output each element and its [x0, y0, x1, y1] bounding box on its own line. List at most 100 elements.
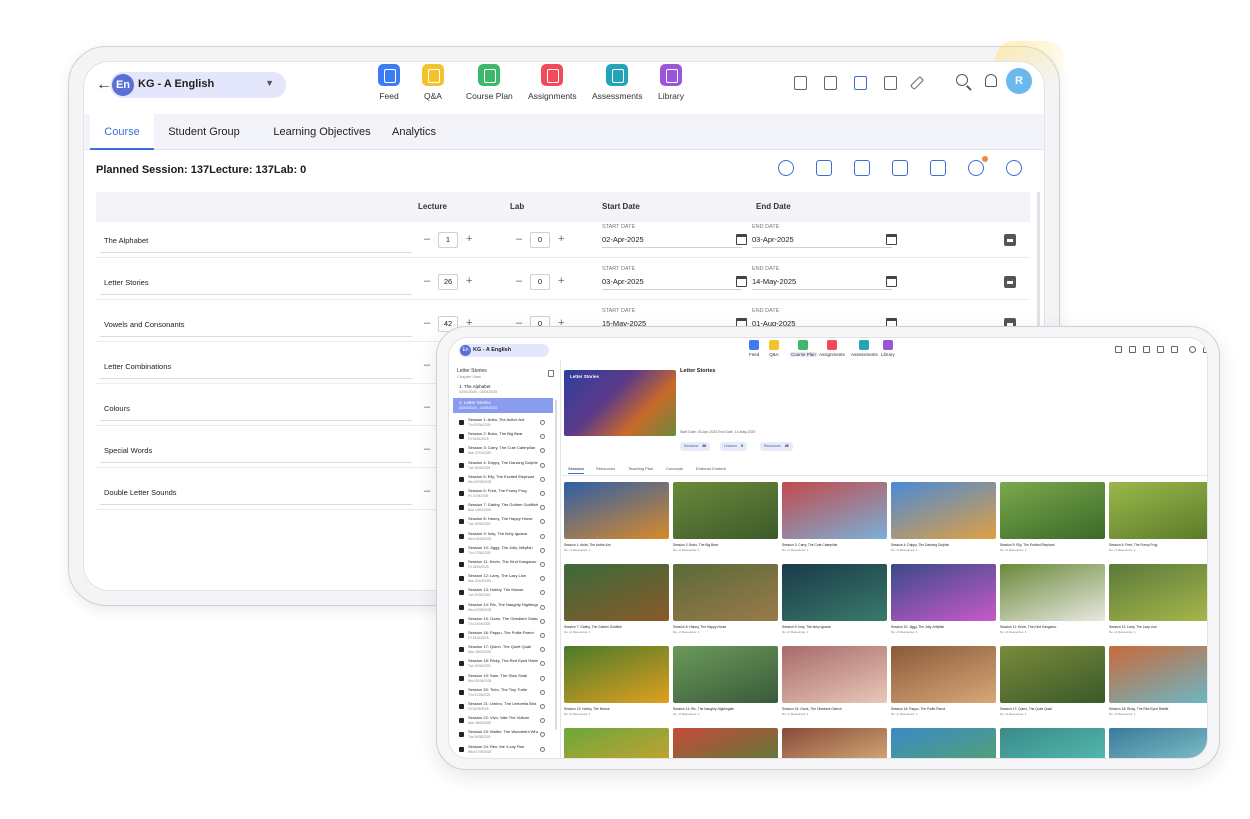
- session-card[interactable]: Session 8: Hanny, The Happy Horse No. of …: [673, 564, 778, 640]
- front-module-q-a[interactable]: Q&A: [769, 340, 779, 357]
- chapter-item[interactable]: 1. The Alphabet 02/04/2025 - 03/04/2025: [453, 382, 553, 397]
- schedule-icon[interactable]: [854, 160, 870, 176]
- report-icon[interactable]: [1115, 346, 1122, 353]
- add-icon[interactable]: [816, 160, 832, 176]
- session-item[interactable]: Session 24: Rex, the X-ray Fish Wed 07/05…: [453, 743, 553, 757]
- session-card[interactable]: Session 14: Ric, The Naughty Nightingale…: [673, 646, 778, 722]
- folder-icon[interactable]: [884, 76, 897, 90]
- tab-student-group[interactable]: Student Group: [162, 114, 246, 150]
- decrement-button[interactable]: –: [516, 275, 522, 287]
- module-assignments[interactable]: Assignments: [528, 64, 577, 101]
- decrement-button[interactable]: –: [424, 401, 430, 413]
- session-item[interactable]: Session 18: Ricky, The Red Eyed Rabbit Tu…: [453, 657, 553, 671]
- session-item[interactable]: Session 19: Sam, The Slow Snail Wed 30/04…: [453, 672, 553, 686]
- increment-button[interactable]: +: [466, 233, 472, 245]
- session-item[interactable]: Session 17: Quinn, The Quiet Quail Mon 28…: [453, 643, 553, 657]
- course-selector[interactable]: En KG - A English ▼: [110, 72, 286, 98]
- session-card[interactable]: Session 18: Ricky, The Red Eyed Rabbit No…: [1109, 646, 1207, 722]
- session-card[interactable]: Session 7: Gabby, The Golden Goldfish No.…: [564, 564, 669, 640]
- tab-learning-objectives[interactable]: Learning Objectives: [262, 114, 382, 150]
- history-icon[interactable]: [968, 156, 988, 176]
- end-date-field[interactable]: END DATE 14-May-2025: [752, 266, 892, 290]
- session-item[interactable]: Session 6: Fred, The Funny Frog Fri 11/04…: [453, 487, 553, 501]
- session-item[interactable]: Session 22: Vivo, Vale The Vulture Mon 05…: [453, 714, 553, 728]
- document-icon[interactable]: [824, 76, 837, 90]
- lab-count[interactable]: 0: [530, 274, 550, 290]
- start-date-field[interactable]: START DATE 02-Apr-2025: [602, 224, 742, 248]
- decrement-button[interactable]: –: [424, 233, 430, 245]
- decrement-button[interactable]: –: [424, 443, 430, 455]
- front-course-selector[interactable]: En KG - A English: [459, 344, 549, 357]
- bell-icon[interactable]: [1203, 346, 1207, 353]
- start-date-field[interactable]: START DATE 03-Apr-2025: [602, 266, 742, 290]
- help-icon[interactable]: [1006, 160, 1022, 176]
- session-card[interactable]: Session 1: Anita, The Active Ant No. of R…: [564, 482, 669, 558]
- session-card[interactable]: Session 4: Drippy, The Dancing Dolphin No…: [891, 482, 996, 558]
- document-icon[interactable]: [1129, 346, 1136, 353]
- tab-resources[interactable]: Resources: [596, 466, 615, 471]
- lab-count[interactable]: 0: [530, 232, 550, 248]
- session-card[interactable]: Session 13: Hobby, The Mouse No. of Resou…: [564, 646, 669, 722]
- sidebar-scrollbar[interactable]: [555, 400, 557, 730]
- tab-teaching-plan[interactable]: Teaching Plan: [628, 466, 653, 471]
- session-card[interactable]: [673, 728, 778, 758]
- chapter-item[interactable]: 2. Letter Stories 03/04/2025 - 14/05/2025: [453, 398, 553, 413]
- increment-button[interactable]: +: [558, 233, 564, 245]
- increment-button[interactable]: +: [558, 275, 564, 287]
- session-item[interactable]: Session 16: Pappu, The Polite Parrot Fri …: [453, 629, 553, 643]
- session-item[interactable]: Session 3: Carry, The Cute Caterpillar Mo…: [453, 444, 553, 458]
- transfer-icon[interactable]: [930, 160, 946, 176]
- search-icon[interactable]: [956, 74, 968, 86]
- front-module-feed[interactable]: Feed: [749, 340, 759, 357]
- front-module-library[interactable]: Library: [881, 340, 895, 357]
- front-module-assessments[interactable]: Assessments: [851, 340, 878, 357]
- session-item[interactable]: Session 8: Hanny, The Happy Horse Tue 15/…: [453, 515, 553, 529]
- session-item[interactable]: Session 12: Larry, The Lazy Lion Mon 21/0…: [453, 572, 553, 586]
- calendar-icon[interactable]: [736, 234, 747, 245]
- archive-icon[interactable]: [1004, 276, 1016, 288]
- session-card[interactable]: Session 11: Kevin, The Kind Kangaroo No. …: [1000, 564, 1105, 640]
- session-card[interactable]: Session 10: Jiggy, The Jolly Jellyfish No…: [891, 564, 996, 640]
- report-icon[interactable]: [794, 76, 807, 90]
- session-item[interactable]: Session 1: Anita, The Active Ant Thu 03/0…: [453, 416, 553, 430]
- session-card[interactable]: Session 3: Carry, The Cute Caterpillar No…: [782, 482, 887, 558]
- lecture-count[interactable]: 1: [438, 232, 458, 248]
- decrement-button[interactable]: –: [516, 233, 522, 245]
- session-item[interactable]: Session 15: Ozzie, The Obedient Ostrich T…: [453, 615, 553, 629]
- front-module-assignments[interactable]: Assignments: [819, 340, 845, 357]
- session-item[interactable]: Session 11: Kevin, The Kind Kangaroo Fri …: [453, 558, 553, 572]
- wrench-icon[interactable]: [909, 75, 925, 91]
- session-item[interactable]: Session 2: Bobo, The Big Bear Fri 04/04/2…: [453, 430, 553, 444]
- decrement-button[interactable]: –: [424, 359, 430, 371]
- increment-button[interactable]: +: [466, 275, 472, 287]
- end-date-field[interactable]: END DATE 03-Apr-2025: [752, 224, 892, 248]
- session-card[interactable]: Session 16: Pappu, The Polite Parrot No. …: [891, 646, 996, 722]
- search-icon[interactable]: [1189, 346, 1196, 353]
- front-module-course-plan[interactable]: Course Plan: [789, 340, 818, 357]
- decrement-button[interactable]: –: [424, 317, 430, 329]
- lecture-count[interactable]: 26: [438, 274, 458, 290]
- calendar-icon[interactable]: [1143, 346, 1150, 353]
- tab-course[interactable]: Course: [90, 114, 154, 150]
- tab-analytics[interactable]: Analytics: [384, 114, 444, 150]
- session-item[interactable]: Session 21: Umbro, The Umbrella Bird Fri …: [453, 700, 553, 714]
- calendar-icon[interactable]: [854, 76, 867, 90]
- session-card[interactable]: [782, 728, 887, 758]
- calendar-icon[interactable]: [736, 276, 747, 287]
- session-card[interactable]: Session 15: Ozzie, The Obedient Ostrich N…: [782, 646, 887, 722]
- wrench-icon[interactable]: [1171, 346, 1178, 353]
- module-feed[interactable]: Feed: [378, 64, 400, 101]
- session-item[interactable]: Session 14: Ric, The Naughty Nightingale…: [453, 601, 553, 615]
- session-item[interactable]: Session 9: Indy, The Itchy Iguana Wed 16/…: [453, 530, 553, 544]
- calendar-icon[interactable]: [886, 234, 897, 245]
- calendar-icon[interactable]: [886, 276, 897, 287]
- refresh-icon[interactable]: [778, 160, 794, 176]
- copy-icon[interactable]: [892, 160, 908, 176]
- folder-icon[interactable]: [1157, 346, 1164, 353]
- session-item[interactable]: Session 13: Hobby, The Mouse Tue 22/04/20…: [453, 586, 553, 600]
- session-card[interactable]: Session 2: Bobo, The Big Bear No. of Reso…: [673, 482, 778, 558]
- session-item[interactable]: Session 20: Tinto, The Tiny Turtle Thu 01…: [453, 686, 553, 700]
- session-card[interactable]: [1000, 728, 1105, 758]
- session-item[interactable]: Session 7: Gabby, The Golden Goldfish Mon…: [453, 501, 553, 515]
- module-q-a[interactable]: Q&A: [422, 64, 444, 101]
